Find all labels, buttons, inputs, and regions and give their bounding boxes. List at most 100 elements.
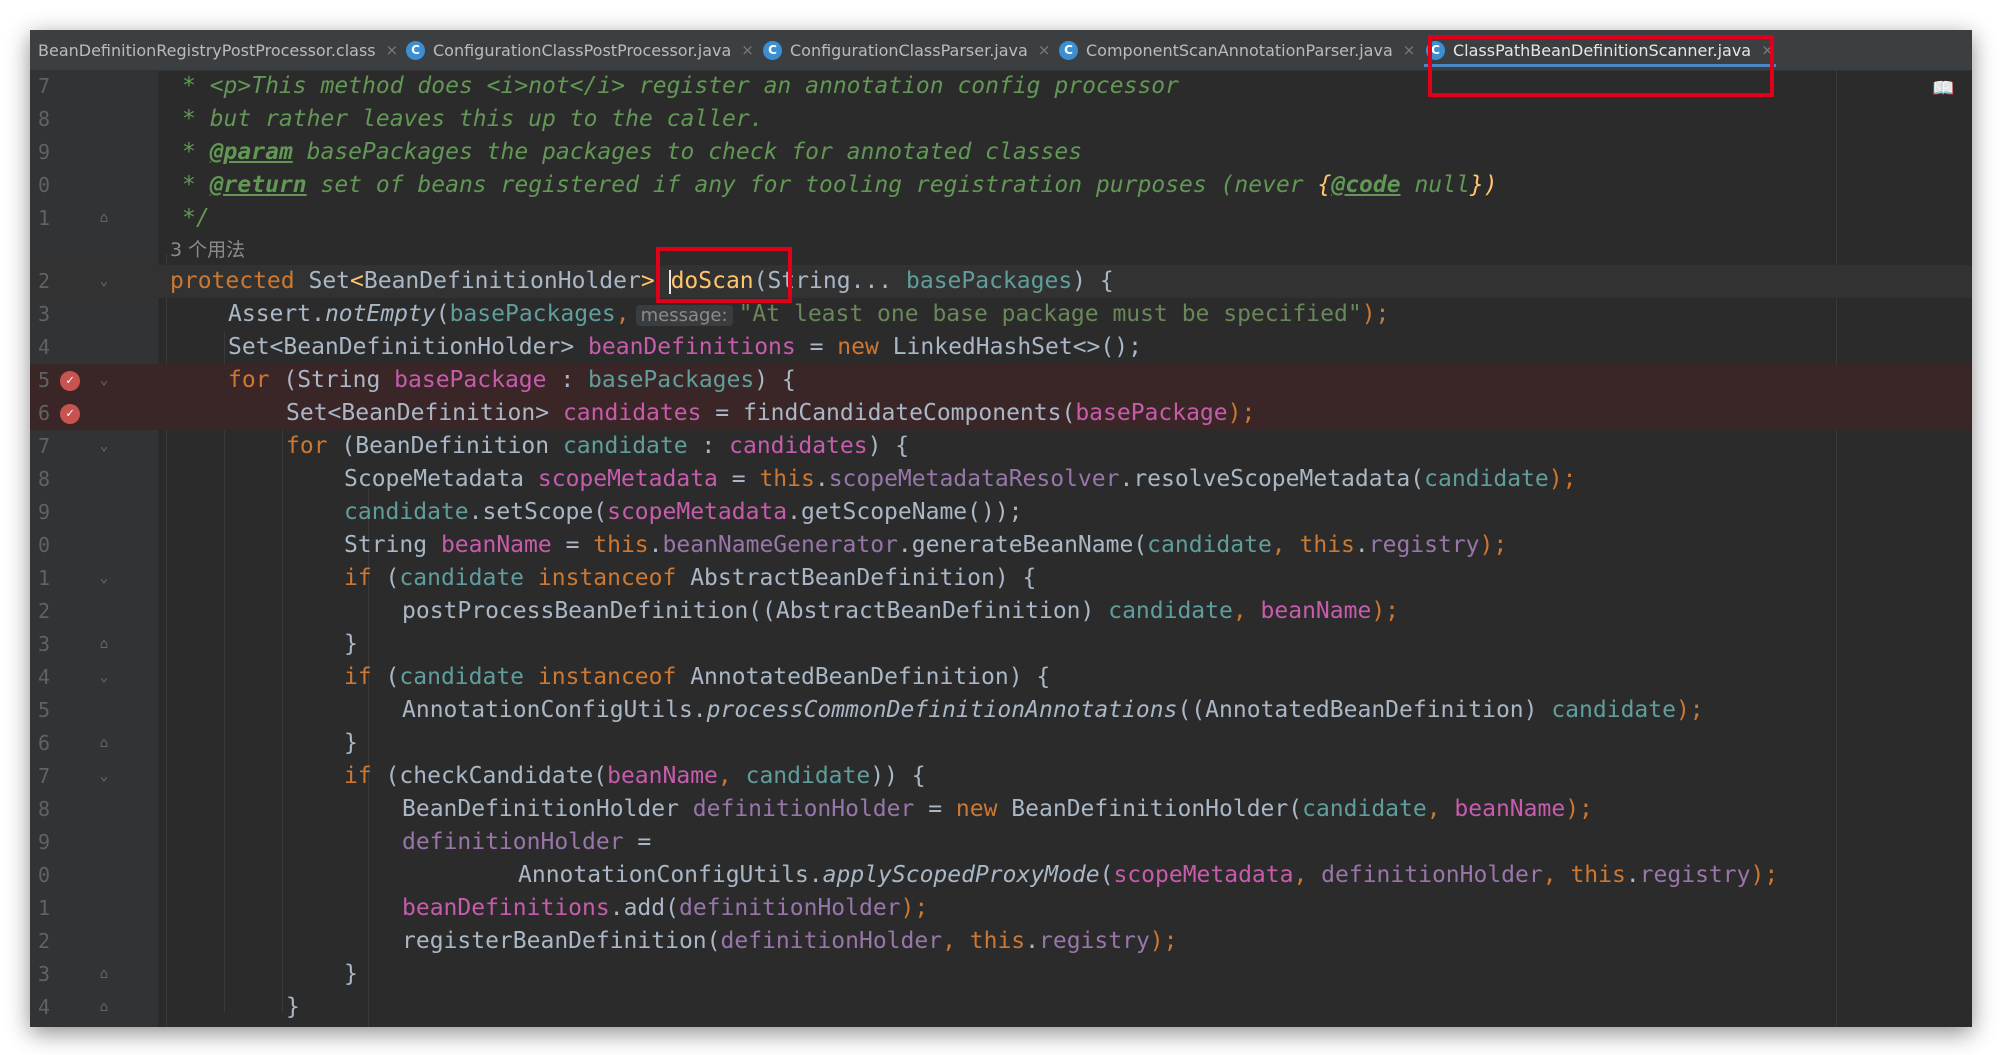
tab-component-scan-annotation-parser[interactable]: C ComponentScanAnnotationParser.java × [1051,30,1423,70]
field: beanNameGenerator [662,532,898,558]
code-line-breakpoint: 6 ✓ Set<BeanDefinition> candidates = fin… [30,397,1972,430]
operator: : [687,433,730,459]
method-call: .getScopeName()); [787,499,1023,525]
type-name: Set<BeanDefinition> [286,400,563,426]
paren: ( [1099,862,1114,888]
loop-variable: candidate [399,565,525,591]
constructor-call: LinkedHashSet<>(); [878,334,1142,360]
statement: if (candidate instanceof AbstractBeanDef… [344,562,1036,595]
doc-comment: * <p>This method does <i>not</i> registe… [182,73,1179,99]
breakpoint-icon[interactable]: ✓ [60,371,80,391]
method-call: postProcessBeanDefinition( [402,598,763,624]
type-name: ScopeMetadata [344,466,538,492]
local-variable: beanName [440,532,552,558]
keyword: this [759,466,815,492]
constructor-call: BeanDefinitionHolder( [997,796,1303,822]
annotation-box-doscan [656,247,792,303]
operator: : [546,367,589,393]
fold-icon[interactable]: ⌂ [96,958,112,991]
fold-icon[interactable]: ⌄ [96,430,112,463]
keyword: if [344,763,372,789]
usages-hint[interactable]: 3 个用法 [170,235,245,265]
close-icon[interactable]: × [1038,41,1051,59]
code-line: 7 ⌄ if (checkCandidate(beanName, candida… [30,760,1972,793]
type-name: Set [308,268,351,294]
local-variable: basePackage [394,367,547,393]
code-line: 4 ⌂ } [30,991,1972,1024]
local-variable: definitionHolder [692,796,915,822]
statement: ScopeMetadata scopeMetadata = this.scope… [344,463,1576,496]
statement-end: ); [1565,796,1593,822]
local-variable: scopeMetadata [607,499,788,525]
line-number: 1 [37,896,50,920]
tab-configuration-class-parser[interactable]: C ConfigurationClassParser.java × [755,30,1058,70]
code-editor[interactable]: 7 * <p>This method does <i>not</i> regis… [30,70,1972,1027]
keyword: this [593,532,649,558]
line-number: 4 [37,995,50,1019]
keyword: for [286,433,328,459]
keyword: for [228,367,270,393]
brace: ) { [1008,664,1051,690]
comma: , [717,763,746,789]
fold-icon[interactable]: ⌄ [96,760,112,793]
line-number: 8 [37,797,50,821]
comment-text: set of beans registered if any for tooli… [306,172,1318,198]
line-number: 3 [37,962,50,986]
tab-bean-definition-registry-post-processor[interactable]: BeanDefinitionRegistryPostProcessor.clas… [30,30,406,70]
type-name: Set<BeanDefinitionHolder> [228,334,589,360]
fold-icon[interactable]: ⌂ [96,991,112,1024]
fold-icon[interactable]: ⌄ [96,661,112,694]
loop-variable: candidate [1424,466,1549,492]
fold-icon[interactable]: ⌂ [96,727,112,760]
method-call: .generateBeanName( [897,532,1148,558]
brace: ) { [754,367,796,393]
line-number: 1 [37,206,50,230]
code-line: 1 ⌂ */ [30,202,1972,235]
brace: } [286,994,300,1020]
fold-icon[interactable]: ⌂ [96,628,112,661]
type-name: BeanDefinitionHolder [363,268,641,294]
line-number: 7 [37,434,50,458]
class-ref: AnnotationConfigUtils. [518,862,823,888]
fold-icon[interactable]: ⌂ [96,202,112,235]
line-number: 5 [37,698,50,722]
method-call: (checkCandidate( [371,763,608,789]
code-line: 0 AnnotationConfigUtils.applyScopedProxy… [30,859,1972,892]
line-number: 3 [37,632,50,656]
close-icon[interactable]: × [386,41,399,59]
statement: AnnotationConfigUtils.processCommonDefin… [402,694,1704,727]
close-icon[interactable]: × [1403,41,1416,59]
class-ref: Assert. [228,301,325,327]
doc-comment: * @return set of beans registered if any… [182,169,1498,202]
code-line: 4 ⌄ if (candidate instanceof AnnotatedBe… [30,661,1972,694]
code-line: 3 ⌂ } [30,958,1972,991]
keyword: protected [170,268,309,294]
comment-star: * [182,139,210,165]
code-line: 6 ⌂ } [30,727,1972,760]
local-variable: scopeMetadata [537,466,718,492]
fold-icon[interactable]: ⌄ [96,562,112,595]
code-line: 7 ⌄ for (BeanDefinition candidate : cand… [30,430,1972,463]
statement: Set<BeanDefinitionHolder> beanDefinition… [228,331,1142,364]
operator: = [795,334,838,360]
statement: for (String basePackage : basePackages) … [228,364,796,397]
field: registry [1639,862,1751,888]
dot: . [1354,532,1369,558]
method-signature: protected Set<BeanDefinitionHolder> doSc… [170,265,1114,298]
method-call: .setScope( [468,499,608,525]
code-line: 1 ⌄ if (candidate instanceof AbstractBea… [30,562,1972,595]
tab-configuration-class-post-processor[interactable]: C ConfigurationClassPostProcessor.java × [398,30,762,70]
javadoc-tag: @param [209,139,293,165]
method-call: registerBeanDefinition( [402,928,721,954]
breakpoint-icon[interactable]: ✓ [60,404,80,424]
code-line: 9 definitionHolder = [30,826,1972,859]
fold-icon[interactable]: ⌄ [96,364,112,397]
code-line-current: 2 ⌄ protected Set<BeanDefinitionHolder> … [30,265,1972,298]
line-number: 0 [37,863,50,887]
line-number: 7 [37,74,50,98]
tab-label: BeanDefinitionRegistryPostProcessor.clas… [38,40,376,60]
statement: Assert.notEmpty(basePackages, message: "At… [228,298,1389,332]
fold-icon[interactable]: ⌄ [96,265,112,298]
local-variable: beanDefinitions [588,334,796,360]
close-icon[interactable]: × [741,41,754,59]
